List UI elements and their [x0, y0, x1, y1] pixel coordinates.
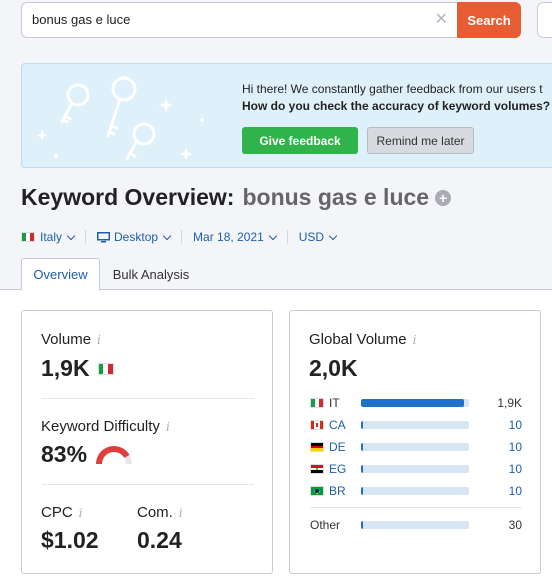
divider [85, 230, 87, 244]
country-volume[interactable]: 10 [469, 462, 522, 476]
global-volume-label: Global Volume i [309, 331, 417, 348]
ca-flag-icon [310, 420, 324, 430]
cpc-value: $1.02 [41, 527, 99, 553]
difficulty-gauge-icon [96, 445, 133, 464]
chevron-down-icon [328, 231, 338, 240]
page-title: Keyword Overview: bonus gas e luce + [21, 184, 452, 211]
volume-label: Volume i [41, 331, 101, 348]
search-button[interactable]: Search [457, 2, 521, 38]
chevron-down-icon [162, 231, 172, 240]
keys-illustration-icon [36, 76, 204, 161]
divider [310, 507, 522, 508]
it-flag-icon [310, 398, 324, 408]
volume-bar [361, 399, 469, 407]
country-row-br: BR 10 [310, 483, 522, 499]
chevron-down-icon [268, 231, 278, 240]
date-selector[interactable]: Mar 18, 2021 [193, 230, 278, 244]
country-code: IT [329, 396, 340, 410]
country-row-ca: CA 10 [310, 417, 522, 433]
divider [181, 230, 183, 244]
global-volume-value: 2,0K [309, 355, 358, 381]
info-icon[interactable]: i [413, 333, 417, 347]
tab-overview[interactable]: Overview [21, 258, 100, 291]
device-label: Desktop [114, 230, 159, 244]
competition-label: Com. i [137, 504, 183, 521]
volume-bar [361, 421, 469, 429]
desktop-icon [97, 231, 111, 242]
volume-bar [361, 443, 469, 451]
keyword-difficulty-value: 83% [41, 441, 133, 468]
volume-bar-fill [361, 399, 464, 407]
divider [42, 484, 254, 485]
country-row-it: IT 1,9K [310, 395, 522, 411]
italy-flag-icon [21, 232, 35, 242]
global-volume-card: Global Volume i 2,0K IT 1,9K CA 10 DE 10 EG 10 BR… [289, 310, 541, 574]
date-label: Mar 18, 2021 [193, 230, 264, 244]
country-selector[interactable]: Italy [21, 230, 76, 244]
divider [42, 398, 254, 399]
country-code[interactable]: CA [329, 418, 361, 432]
country-code: Other [310, 518, 341, 532]
volume-bar-fill [361, 443, 364, 451]
country-volume: 30 [508, 518, 522, 532]
de-flag-icon [310, 442, 324, 452]
add-keyword-icon[interactable]: + [435, 190, 452, 206]
feedback-banner: Hi there! We constantly gather feedback … [21, 63, 552, 168]
competition-value: 0.24 [137, 527, 182, 553]
filter-bar: Italy Desktop Mar 18, 2021 USD [21, 228, 338, 246]
search-bar: bonus gas e luce ✕ Search [0, 0, 552, 46]
remind-me-later-button[interactable]: Remind me later [367, 127, 474, 154]
info-icon[interactable]: i [97, 333, 101, 347]
country-code[interactable]: DE [329, 440, 361, 454]
info-icon[interactable]: i [79, 506, 83, 520]
info-icon[interactable]: i [166, 420, 170, 434]
country-row-eg: EG 10 [310, 461, 522, 477]
info-icon[interactable]: i [179, 506, 183, 520]
close-icon[interactable]: ✕ [435, 11, 448, 29]
currency-selector[interactable]: USD [298, 230, 338, 244]
search-input-value: bonus gas e luce [32, 12, 131, 27]
tab-bulk-analysis[interactable]: Bulk Analysis [108, 258, 194, 290]
eg-flag-icon [310, 464, 324, 474]
device-selector[interactable]: Desktop [97, 230, 172, 244]
volume-bar [361, 465, 469, 473]
italy-flag-icon [97, 362, 114, 375]
volume-bar-fill [361, 521, 364, 529]
country-row-other: Other 30 [310, 517, 522, 533]
country-volume[interactable]: 10 [469, 440, 522, 454]
volume-bar-fill [361, 421, 364, 429]
page-title-keyword: bonus gas e luce [242, 184, 430, 210]
volume-bar-fill [361, 465, 364, 473]
cpc-label: CPC i [41, 504, 83, 521]
br-flag-icon [310, 486, 324, 496]
give-feedback-button[interactable]: Give feedback [242, 127, 358, 154]
divider [286, 230, 288, 244]
page-title-label: Keyword Overview: [21, 184, 235, 210]
country-code[interactable]: BR [329, 484, 361, 498]
tab-bar: Overview Bulk Analysis [0, 258, 552, 291]
volume-bar-fill [361, 487, 364, 495]
currency-label: USD [298, 230, 325, 244]
volume-bar [361, 521, 469, 529]
country-row-de: DE 10 [310, 439, 522, 455]
keyword-metrics-card: Volume i 1,9K Keyword Difficulty i 83% CPC… [21, 310, 273, 574]
country-volume[interactable]: 10 [469, 484, 522, 498]
country-volume: 1,9K [497, 396, 522, 410]
search-input[interactable]: bonus gas e luce ✕ [21, 2, 458, 38]
volume-bar [361, 487, 469, 495]
volume-value: 1,9K [41, 355, 114, 382]
chevron-down-icon [66, 231, 76, 240]
banner-question: How do you check the accuracy of keyword… [242, 99, 552, 113]
banner-message: Hi there! We constantly gather feedback … [242, 82, 543, 96]
country-volume[interactable]: 10 [469, 418, 522, 432]
country-code[interactable]: EG [329, 462, 361, 476]
secondary-search-field[interactable] [537, 2, 552, 38]
country-label: Italy [40, 230, 63, 244]
keyword-difficulty-label: Keyword Difficulty i [41, 418, 170, 435]
